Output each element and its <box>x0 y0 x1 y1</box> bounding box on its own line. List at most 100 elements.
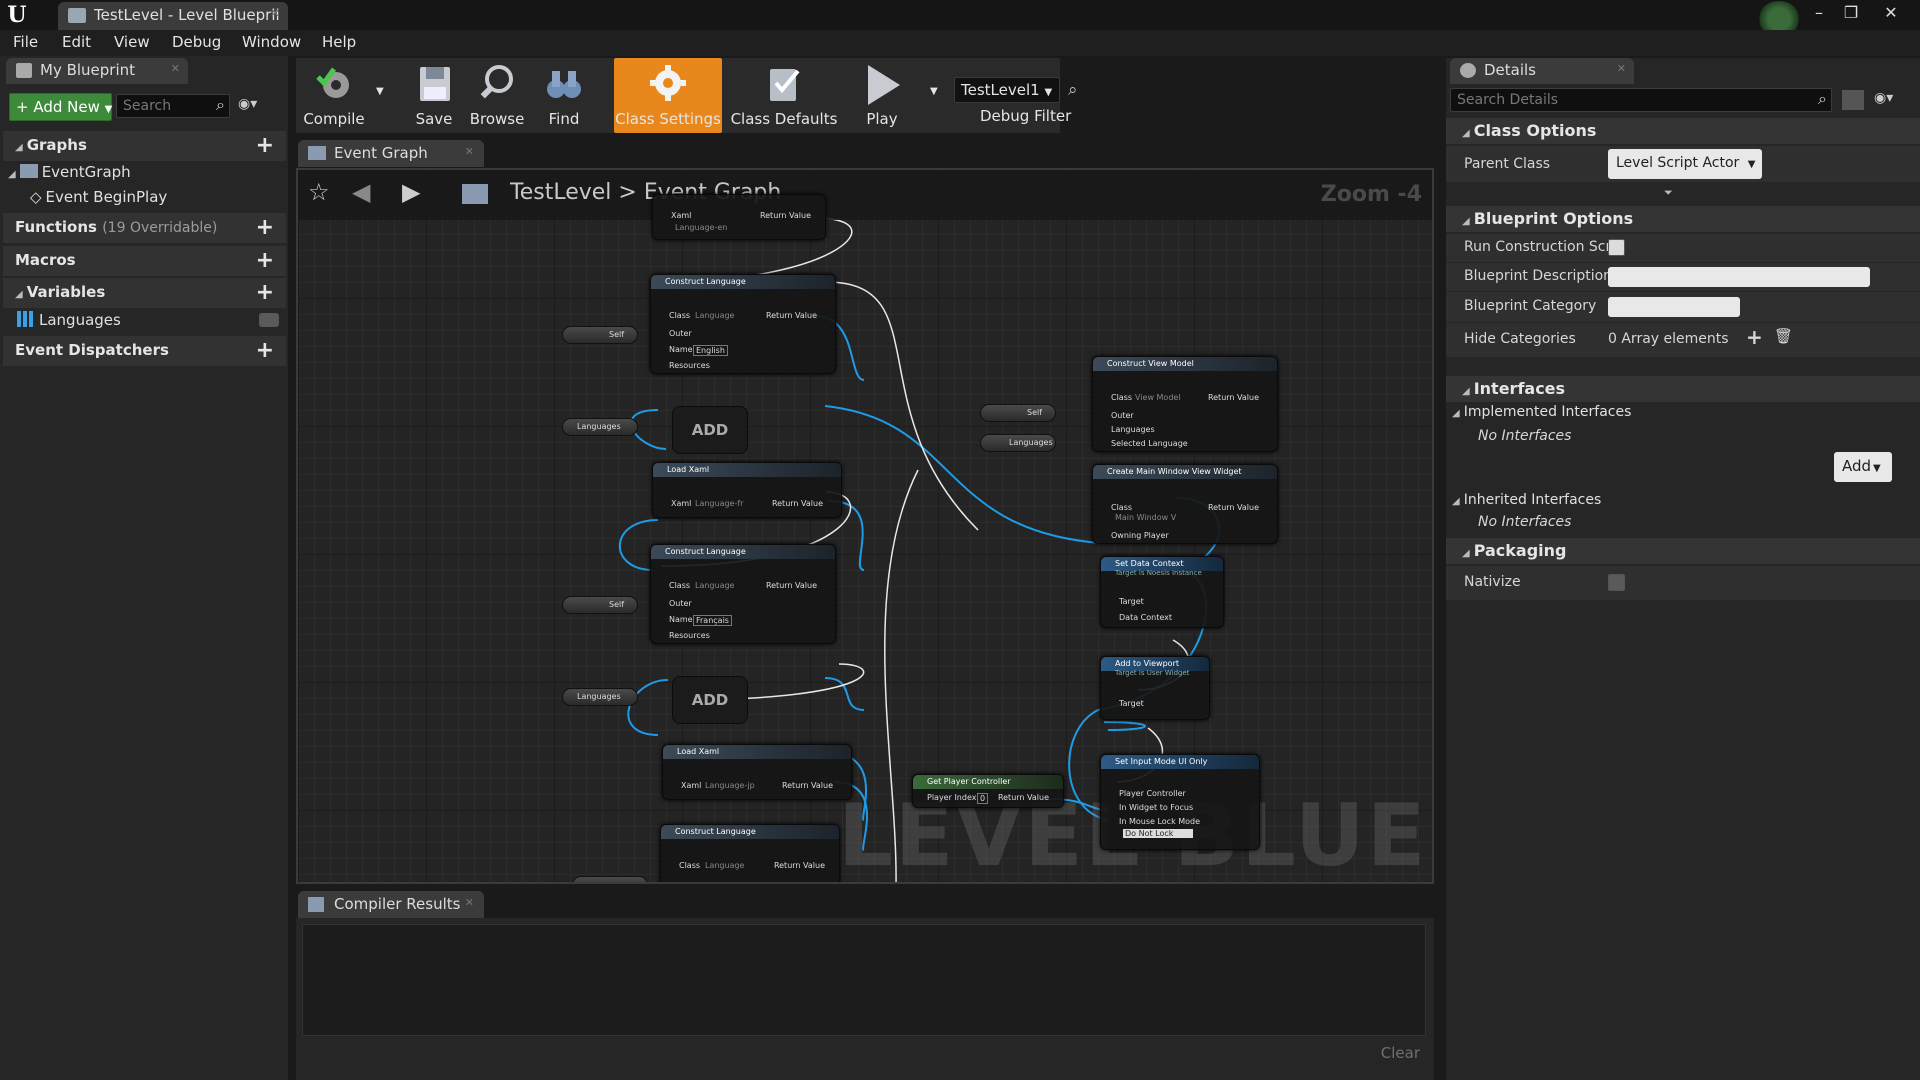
debug-search-icon[interactable]: ⌕ <box>1068 80 1078 100</box>
menu-window[interactable]: Window <box>242 33 301 51</box>
details-search-input[interactable]: Search Details ⌕ <box>1450 88 1832 112</box>
browse-button[interactable]: Browse <box>464 58 530 133</box>
menu-edit[interactable]: Edit <box>62 33 91 51</box>
variable-type-pill-icon[interactable] <box>259 313 279 327</box>
blueprint-search-input[interactable]: Search ⌕ <box>116 94 230 118</box>
play-options-dropdown[interactable]: ▼ <box>926 58 944 133</box>
minimize-button[interactable]: – <box>1806 2 1832 24</box>
construct-language-node[interactable]: Construct Language Class Language Return… <box>650 544 836 644</box>
debug-object-select[interactable]: TestLevel1 ▼ <box>954 77 1060 103</box>
blueprint-category-field[interactable] <box>1608 297 1740 317</box>
back-arrow-icon[interactable]: ◀ <box>352 178 370 206</box>
event-dispatchers-section[interactable]: Event Dispatchers + <box>3 336 286 366</box>
self-node[interactable]: Self <box>562 596 638 614</box>
nativize-checkbox[interactable] <box>1608 574 1625 591</box>
graph-canvas[interactable]: ☆ ◀ ▶ TestLevel > Event Graph Zoom -4 LE… <box>296 168 1434 884</box>
self-node[interactable]: Self <box>980 404 1056 422</box>
parent-class-dropdown[interactable]: Level Script Actor ▼ <box>1608 149 1762 179</box>
my-blueprint-tab[interactable]: My Blueprint ✕ <box>6 58 188 84</box>
close-tab-icon[interactable]: ✕ <box>270 6 280 20</box>
details-tab[interactable]: Details ✕ <box>1450 58 1634 84</box>
inherited-interfaces-row[interactable]: ◢ Inherited Interfaces <box>1452 492 1601 508</box>
unreal-logo-icon[interactable]: U <box>4 3 30 27</box>
menu-view[interactable]: View <box>114 33 150 51</box>
implemented-interfaces-row[interactable]: ◢ Implemented Interfaces <box>1452 404 1631 420</box>
blueprint-options-header[interactable]: ◢ Blueprint Options <box>1446 206 1920 232</box>
add-graph-icon[interactable]: + <box>256 133 274 158</box>
close-window-button[interactable]: ✕ <box>1878 2 1904 24</box>
add-macro-icon[interactable]: + <box>256 248 274 273</box>
compile-button[interactable]: Compile <box>296 58 372 133</box>
construct-language-node[interactable]: Construct Language Class Language Return… <box>650 274 836 374</box>
property-matrix-icon[interactable] <box>1842 90 1864 110</box>
array-add-node[interactable]: ADD <box>672 406 748 454</box>
compiler-results-tab[interactable]: Compiler Results ✕ <box>298 891 484 918</box>
blueprint-description-field[interactable] <box>1608 267 1870 287</box>
save-button[interactable]: Save <box>404 58 464 133</box>
load-xaml-node[interactable]: Load Xaml Xaml Language-fr Return Value <box>652 462 842 518</box>
advanced-expand-icon[interactable]: ⏷ <box>1664 186 1673 200</box>
construct-language-node[interactable]: Construct Language Class Language Return… <box>660 824 840 882</box>
variable-item-languages[interactable]: Languages <box>17 311 281 329</box>
set-input-mode-node[interactable]: Set Input Mode UI Only Player Controller… <box>1100 754 1260 850</box>
construct-view-model-node[interactable]: Construct View Model Class View Model Re… <box>1092 356 1278 452</box>
pin-owning-player: Owning Player <box>1111 531 1169 540</box>
interfaces-header[interactable]: ◢ Interfaces <box>1446 376 1920 402</box>
clear-button[interactable]: Clear <box>1381 1044 1420 1062</box>
visibility-eye-icon[interactable]: ◉▾ <box>238 96 274 116</box>
node-title: Construct Language <box>651 275 835 289</box>
event-graph-tab[interactable]: Event Graph ✕ <box>298 140 484 167</box>
add-to-viewport-node[interactable]: Add to Viewport Target is User Widget Ta… <box>1100 656 1210 720</box>
pin-name-english[interactable]: English <box>693 345 728 356</box>
add-new-button[interactable]: + Add New ▼ <box>9 93 112 121</box>
array-add-node[interactable]: ADD <box>672 676 748 724</box>
mouse-lock-dropdown[interactable]: Do Not Lock <box>1123 829 1194 838</box>
close-tab-icon[interactable]: ✕ <box>171 62 180 75</box>
languages-get-node[interactable]: Languages <box>562 688 638 706</box>
class-options-header[interactable]: ◢ Class Options <box>1446 118 1920 144</box>
close-tab-icon[interactable]: ✕ <box>465 145 474 158</box>
add-element-icon[interactable]: + <box>1746 325 1763 349</box>
graphs-section[interactable]: ◢ Graphs + <box>3 131 286 161</box>
title-bar: U TestLevel - Level Blueprii ✕ – ❐ ✕ <box>0 0 1920 37</box>
packaging-header[interactable]: ◢ Packaging <box>1446 538 1920 564</box>
add-function-icon[interactable]: + <box>256 215 274 240</box>
add-dispatcher-icon[interactable]: + <box>256 338 274 363</box>
self-node[interactable] <box>572 876 648 882</box>
languages-get-node[interactable]: Languages <box>562 418 638 436</box>
find-button[interactable]: Find <box>534 58 594 133</box>
languages-get-node[interactable]: Languages <box>980 434 1056 452</box>
close-tab-icon[interactable]: ✕ <box>1617 62 1626 75</box>
visibility-eye-icon[interactable]: ◉▾ <box>1874 90 1893 106</box>
self-node[interactable]: Self <box>562 326 638 344</box>
add-interface-button[interactable]: Add ▼ <box>1834 452 1892 482</box>
compile-options-dropdown[interactable]: ▼ <box>372 58 390 133</box>
tree-item-begin-play[interactable]: ◇ Event BeginPlay <box>30 188 167 206</box>
variables-section[interactable]: ◢ Variables + <box>3 278 286 308</box>
get-player-controller-node[interactable]: Get Player Controller Player Index 0 Ret… <box>912 774 1064 808</box>
menu-debug[interactable]: Debug <box>172 33 221 51</box>
document-tab[interactable]: TestLevel - Level Blueprii ✕ <box>58 2 288 30</box>
menu-help[interactable]: Help <box>322 33 356 51</box>
class-defaults-button[interactable]: Class Defaults <box>726 58 842 133</box>
run-construction-checkbox[interactable] <box>1608 239 1625 256</box>
restore-button[interactable]: ❐ <box>1838 2 1864 24</box>
menu-file[interactable]: File <box>13 33 38 51</box>
close-tab-icon[interactable]: ✕ <box>465 896 474 909</box>
forward-arrow-icon[interactable]: ▶ <box>402 178 420 206</box>
add-variable-icon[interactable]: + <box>256 280 274 305</box>
tree-item-eventgraph[interactable]: ◢ EventGraph <box>8 163 131 181</box>
trash-icon[interactable]: 🗑 <box>1774 327 1793 345</box>
pin-player-index-value[interactable]: 0 <box>977 793 989 804</box>
load-xaml-node[interactable]: Xaml Language-en Return Value <box>652 194 826 240</box>
set-data-context-node[interactable]: Set Data Context Target is Noesis Instan… <box>1100 556 1224 628</box>
pin-name-francais[interactable]: Français <box>693 615 732 626</box>
breadcrumb-level[interactable]: TestLevel <box>510 180 611 205</box>
play-button[interactable]: Play <box>852 58 912 133</box>
load-xaml-node[interactable]: Load Xaml Xaml Language-jp Return Value <box>662 744 852 800</box>
macros-section[interactable]: Macros + <box>3 246 286 276</box>
favorite-star-icon[interactable]: ☆ <box>308 178 330 206</box>
class-settings-button[interactable]: Class Settings <box>614 58 722 133</box>
create-widget-node[interactable]: Create Main Window View Widget Class Mai… <box>1092 464 1278 544</box>
functions-section[interactable]: Functions (19 Overridable) + <box>3 213 286 243</box>
